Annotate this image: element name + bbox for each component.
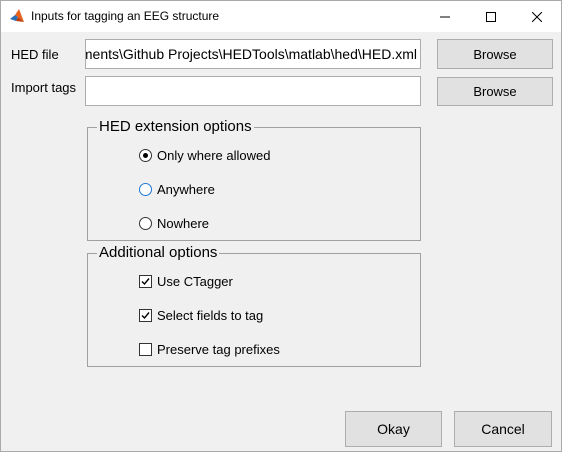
radio-label: Only where allowed	[157, 148, 271, 163]
hed-file-browse-button[interactable]: Browse	[437, 39, 553, 69]
checkbox-preserve-prefixes[interactable]: Preserve tag prefixes	[139, 342, 280, 357]
checkbox-select-fields[interactable]: Select fields to tag	[139, 308, 263, 323]
checkbox-label: Select fields to tag	[157, 308, 264, 323]
radio-label: Anywhere	[157, 182, 215, 197]
checkbox-label: Preserve tag prefixes	[157, 342, 280, 357]
minimize-button[interactable]	[422, 1, 468, 32]
window-title: Inputs for tagging an EEG structure	[31, 9, 220, 23]
checkbox-checked-icon	[139, 275, 152, 288]
maximize-button[interactable]	[468, 1, 514, 32]
hed-file-label: HED file	[11, 47, 59, 62]
matlab-icon	[9, 8, 25, 24]
radio-label: Nowhere	[157, 216, 210, 231]
import-tags-browse-button[interactable]: Browse	[437, 77, 553, 106]
checkbox-use-ctagger[interactable]: Use CTagger	[139, 274, 233, 289]
hed-file-input[interactable]: cuments\Github Projects\HEDTools\matlab\…	[85, 39, 421, 69]
radio-anywhere[interactable]: Anywhere	[139, 182, 215, 197]
radio-unselected-icon	[139, 217, 152, 230]
radio-nowhere[interactable]: Nowhere	[139, 216, 209, 231]
radio-unselected-icon	[139, 183, 152, 196]
additional-options-title: Additional options	[97, 244, 220, 262]
close-icon	[532, 11, 542, 22]
dialog-window: Inputs for tagging an EEG structure HED …	[0, 0, 562, 452]
checkbox-label: Use CTagger	[157, 274, 233, 289]
extension-options-panel	[87, 127, 421, 241]
checkbox-checked-icon	[139, 309, 152, 322]
minimize-icon	[440, 16, 450, 17]
title-bar: Inputs for tagging an EEG structure	[1, 1, 561, 32]
import-tags-input[interactable]	[85, 76, 421, 106]
radio-only-where-allowed[interactable]: Only where allowed	[139, 148, 270, 163]
maximize-icon	[486, 11, 496, 22]
hed-file-path: cuments\Github Projects\HEDTools\matlab\…	[85, 46, 417, 62]
cancel-button[interactable]: Cancel	[454, 411, 552, 447]
close-button[interactable]	[514, 1, 560, 32]
okay-button[interactable]: Okay	[345, 411, 442, 447]
checkbox-unchecked-icon	[139, 343, 152, 356]
import-tags-label: Import tags	[11, 80, 77, 95]
radio-selected-icon	[139, 149, 152, 162]
extension-options-title: HED extension options	[97, 118, 254, 136]
